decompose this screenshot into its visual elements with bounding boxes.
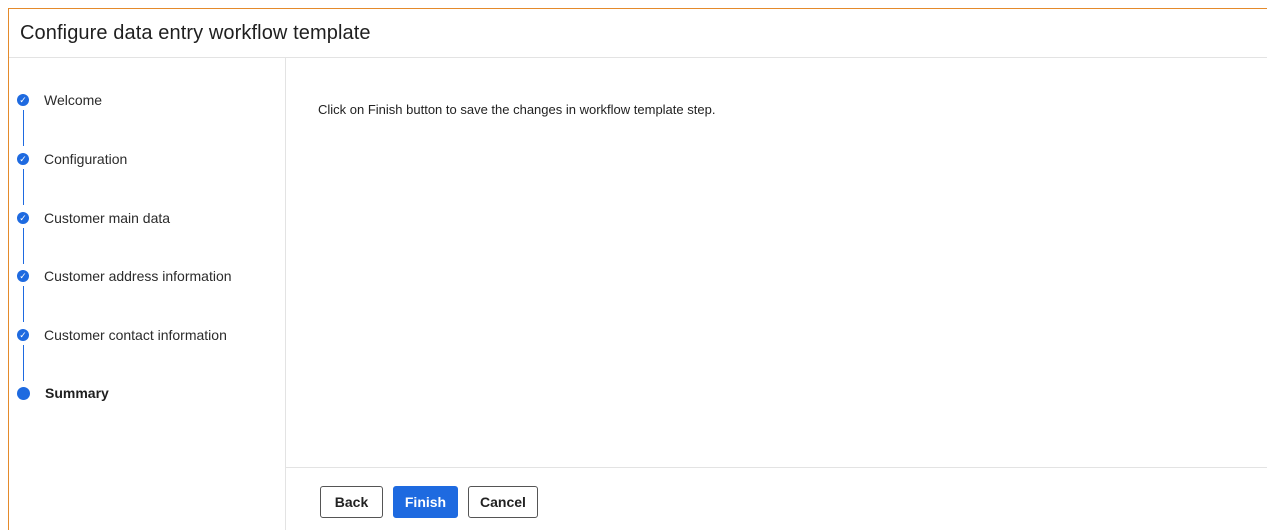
wizard-content: Click on Finish button to save the chang… — [285, 58, 1267, 530]
finish-button[interactable]: Finish — [393, 486, 458, 518]
workflow-wizard-dialog: Configure data entry workflow template ✓… — [8, 8, 1267, 530]
dialog-header: Configure data entry workflow template — [9, 9, 1267, 58]
step-connector — [23, 345, 24, 381]
check-icon: ✓ — [17, 153, 29, 165]
step-welcome[interactable]: ✓ Welcome — [17, 90, 102, 110]
wizard-steps: ✓ Welcome ✓ Configuration ✓ Customer mai… — [9, 58, 285, 530]
step-label: Customer address information — [44, 268, 232, 284]
check-icon: ✓ — [17, 329, 29, 341]
dialog-footer: Back Finish Cancel — [286, 468, 1267, 530]
check-icon: ✓ — [17, 94, 29, 106]
step-label: Summary — [45, 385, 109, 401]
back-button[interactable]: Back — [320, 486, 383, 518]
step-connector — [23, 286, 24, 322]
cancel-button[interactable]: Cancel — [468, 486, 538, 518]
step-label: Customer contact information — [44, 327, 227, 343]
step-summary[interactable]: Summary — [17, 383, 109, 403]
finish-instruction-text: Click on Finish button to save the chang… — [318, 102, 716, 117]
step-label: Welcome — [44, 92, 103, 108]
step-customer-main-data[interactable]: ✓ Customer main data — [17, 208, 170, 228]
step-customer-contact-information[interactable]: ✓ Customer contact information — [17, 325, 227, 345]
dialog-title: Configure data entry workflow template — [20, 21, 371, 44]
step-configuration[interactable]: ✓ Configuration — [17, 149, 127, 169]
current-step-dot-icon — [17, 386, 30, 400]
step-customer-address-information[interactable]: ✓ Customer address information — [17, 266, 232, 286]
step-connector — [23, 169, 24, 205]
dialog-body: ✓ Welcome ✓ Configuration ✓ Customer mai… — [9, 58, 1267, 530]
step-connector — [23, 110, 24, 146]
check-icon: ✓ — [17, 212, 29, 224]
step-label: Customer main data — [44, 210, 171, 226]
content-main: Click on Finish button to save the chang… — [286, 58, 1267, 468]
check-icon: ✓ — [17, 270, 29, 282]
step-label: Configuration — [44, 151, 128, 167]
step-connector — [23, 228, 24, 264]
